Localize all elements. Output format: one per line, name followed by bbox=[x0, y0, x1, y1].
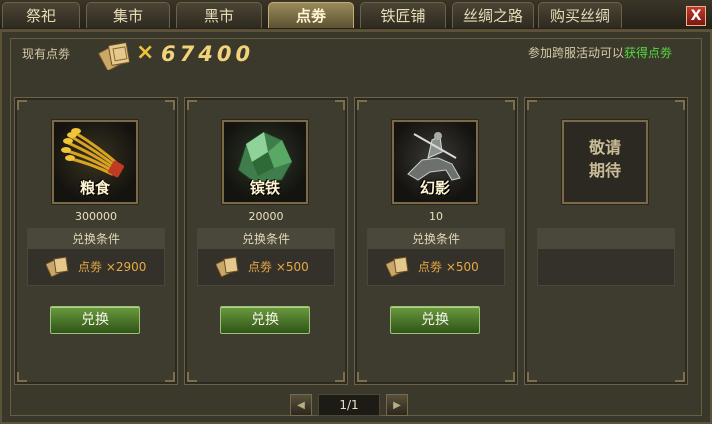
item-quantity: 10 bbox=[429, 210, 443, 223]
times-sign: × bbox=[136, 40, 155, 65]
placeholder-card: 敬请 期待 bbox=[524, 97, 688, 385]
item-name: 粮食 bbox=[79, 179, 110, 197]
points-label: 现有点劵 bbox=[22, 47, 71, 61]
arrow-left-icon: ◀ bbox=[297, 399, 305, 411]
coupon-stack-icon bbox=[98, 42, 130, 70]
tab-silk-road[interactable]: 丝绸之路 bbox=[452, 2, 534, 28]
coupon-cost: 点劵 ×500 bbox=[418, 259, 479, 274]
points-value: 67400 bbox=[161, 42, 255, 66]
condition-title: 兑换条件 bbox=[28, 229, 164, 249]
next-page-button[interactable]: ▶ bbox=[386, 394, 408, 416]
exchange-condition: 兑换条件 点劵 ×500 bbox=[197, 228, 335, 286]
item-name: 镔铁 bbox=[249, 179, 280, 197]
item-slot[interactable]: 粮食 bbox=[52, 120, 138, 204]
placeholder-slot: 敬请 期待 bbox=[562, 120, 648, 204]
coupon-cost: 点劵 ×500 bbox=[248, 259, 309, 274]
coupon-icon bbox=[216, 256, 239, 277]
empty-condition bbox=[537, 228, 675, 286]
exchange-button[interactable]: 兑换 bbox=[50, 306, 140, 334]
event-note-link[interactable]: 获得点劵 bbox=[624, 46, 672, 60]
tab-buy-silk[interactable]: 购买丝绸 bbox=[538, 2, 622, 28]
item-slot[interactable]: 镔铁 bbox=[222, 120, 308, 204]
exchange-condition: 兑换条件 点劵 ×500 bbox=[367, 228, 505, 286]
item-name: 幻影 bbox=[419, 179, 450, 197]
exchange-button[interactable]: 兑换 bbox=[390, 306, 480, 334]
item-card: 镔铁 20000 兑换条件 点劵 ×500 兑换 bbox=[184, 97, 348, 385]
coming-soon-text: 敬请 期待 bbox=[588, 138, 621, 180]
tab-blacksmith[interactable]: 铁匠铺 bbox=[360, 2, 446, 28]
item-card: 粮食 300000 兑换条件 点劵 ×2900 兑换 bbox=[14, 97, 178, 385]
item-quantity: 20000 bbox=[248, 210, 284, 223]
close-button[interactable]: X bbox=[686, 6, 706, 26]
tab-bar: 祭祀 集市 黑市 点劵 铁匠铺 丝绸之路 购买丝绸 X bbox=[0, 0, 712, 30]
empty-condition-head bbox=[538, 229, 674, 249]
condition-title: 兑换条件 bbox=[198, 229, 334, 249]
exchange-button[interactable]: 兑换 bbox=[220, 306, 310, 334]
page-indicator: 1/1 bbox=[318, 394, 380, 416]
coupon-cost: 点劵 ×2900 bbox=[78, 259, 147, 274]
event-note: 参加跨服活动可以获得点劵 bbox=[528, 44, 672, 61]
prev-page-button[interactable]: ◀ bbox=[290, 394, 312, 416]
tab-coupons[interactable]: 点劵 bbox=[268, 2, 354, 28]
item-quantity: 300000 bbox=[75, 210, 117, 223]
tab-sacrifice[interactable]: 祭祀 bbox=[2, 2, 80, 28]
item-card: 幻影 10 兑换条件 点劵 ×500 兑换 bbox=[354, 97, 518, 385]
event-note-text: 参加跨服活动可以 bbox=[527, 46, 624, 60]
coupon-icon bbox=[386, 256, 409, 277]
tab-market[interactable]: 集市 bbox=[86, 2, 170, 28]
tab-black-market[interactable]: 黑市 bbox=[176, 2, 262, 28]
condition-title: 兑换条件 bbox=[368, 229, 504, 249]
exchange-condition: 兑换条件 点劵 ×2900 bbox=[27, 228, 165, 286]
arrow-right-icon: ▶ bbox=[393, 399, 401, 411]
coupon-icon bbox=[46, 256, 69, 277]
item-slot[interactable]: 幻影 bbox=[392, 120, 478, 204]
